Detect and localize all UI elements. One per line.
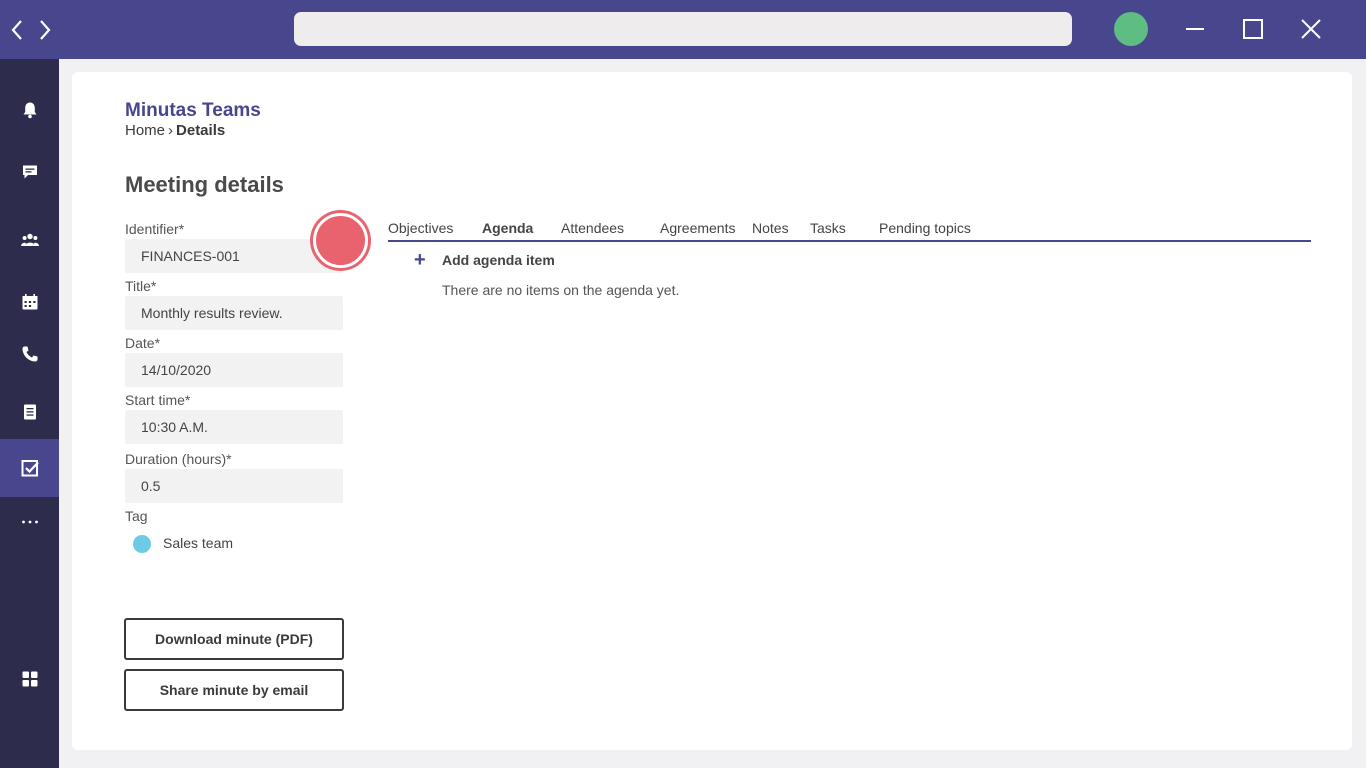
close-button[interactable] <box>1296 14 1326 44</box>
sidebar-item-chat[interactable] <box>0 143 59 201</box>
sidebar-item-files[interactable] <box>0 383 59 441</box>
forward-button[interactable] <box>34 17 56 43</box>
tab-agreements[interactable]: Agreements <box>660 220 735 236</box>
main-panel: Minutas Teams Home › Details Meeting detai… <box>72 72 1352 750</box>
title-label: Title* <box>125 278 157 294</box>
tab-tasks[interactable]: Tasks <box>810 220 846 236</box>
maximize-icon <box>1243 19 1263 39</box>
sidebar-item-apps[interactable] <box>0 650 59 708</box>
start-time-field[interactable]: 10:30 A.M. <box>125 410 343 444</box>
share-email-button[interactable]: Share minute by email <box>124 669 344 711</box>
tab-notes[interactable]: Notes <box>752 220 789 236</box>
close-icon <box>1301 19 1321 39</box>
sidebar-item-more[interactable] <box>0 493 59 551</box>
date-field[interactable]: 14/10/2020 <box>125 353 343 387</box>
breadcrumb-home[interactable]: Home <box>125 122 165 139</box>
tag-value[interactable]: Sales team <box>163 535 233 551</box>
breadcrumb: Home › Details <box>125 122 225 139</box>
minimize-icon <box>1186 28 1204 30</box>
record-button[interactable] <box>313 213 368 268</box>
duration-field[interactable]: 0.5 <box>125 469 343 503</box>
identifier-field[interactable]: FINANCES-001 <box>125 239 343 273</box>
agenda-empty-message: There are no items on the agenda yet. <box>442 282 680 298</box>
sidebar-item-calendar[interactable] <box>0 273 59 331</box>
minimize-button[interactable] <box>1180 14 1210 44</box>
identifier-label: Identifier* <box>125 221 185 237</box>
people-icon <box>20 233 39 246</box>
sidebar-item-calls[interactable] <box>0 325 59 383</box>
calendar-icon <box>22 294 37 310</box>
tab-agenda[interactable]: Agenda <box>482 220 533 236</box>
chevron-right-icon <box>40 20 51 40</box>
address-bar[interactable] <box>294 12 1072 46</box>
add-agenda-item-label: Add agenda item <box>442 252 555 268</box>
tab-objectives[interactable]: Objectives <box>388 220 453 236</box>
title-bar <box>0 0 1366 59</box>
checkbox-icon <box>21 460 39 477</box>
title-field[interactable]: Monthly results review. <box>125 296 343 330</box>
breadcrumb-current: Details <box>176 122 226 139</box>
plus-icon: + <box>414 249 426 271</box>
phone-icon <box>22 346 37 362</box>
tab-bar: Objectives Agenda Attendees Agreements N… <box>388 218 1311 242</box>
app-title: Minutas Teams <box>125 100 261 121</box>
start-time-label: Start time* <box>125 392 191 408</box>
document-icon <box>23 404 36 420</box>
duration-label: Duration (hours)* <box>125 451 232 467</box>
sidebar-item-teams[interactable] <box>0 211 59 269</box>
chevron-left-icon <box>11 20 22 40</box>
bell-icon <box>23 102 36 119</box>
tag-color-dot <box>133 535 151 553</box>
add-agenda-item-button[interactable]: + Add agenda item <box>414 250 555 270</box>
avatar[interactable] <box>1114 12 1148 46</box>
download-pdf-button[interactable]: Download minute (PDF) <box>124 618 344 660</box>
date-label: Date* <box>125 335 161 351</box>
tag-label: Tag <box>125 508 148 524</box>
tab-pending-topics[interactable]: Pending topics <box>879 220 971 236</box>
breadcrumb-separator: › <box>168 122 174 139</box>
more-icon <box>21 520 38 524</box>
chat-icon <box>22 165 37 179</box>
maximize-button[interactable] <box>1238 14 1268 44</box>
tab-attendees[interactable]: Attendees <box>561 220 624 236</box>
back-button[interactable] <box>6 17 28 43</box>
sidebar-item-minutes[interactable] <box>0 439 59 497</box>
sidebar <box>0 59 59 768</box>
page-title: Meeting details <box>125 172 284 197</box>
apps-icon <box>22 671 37 687</box>
sidebar-item-activity[interactable] <box>0 81 59 139</box>
